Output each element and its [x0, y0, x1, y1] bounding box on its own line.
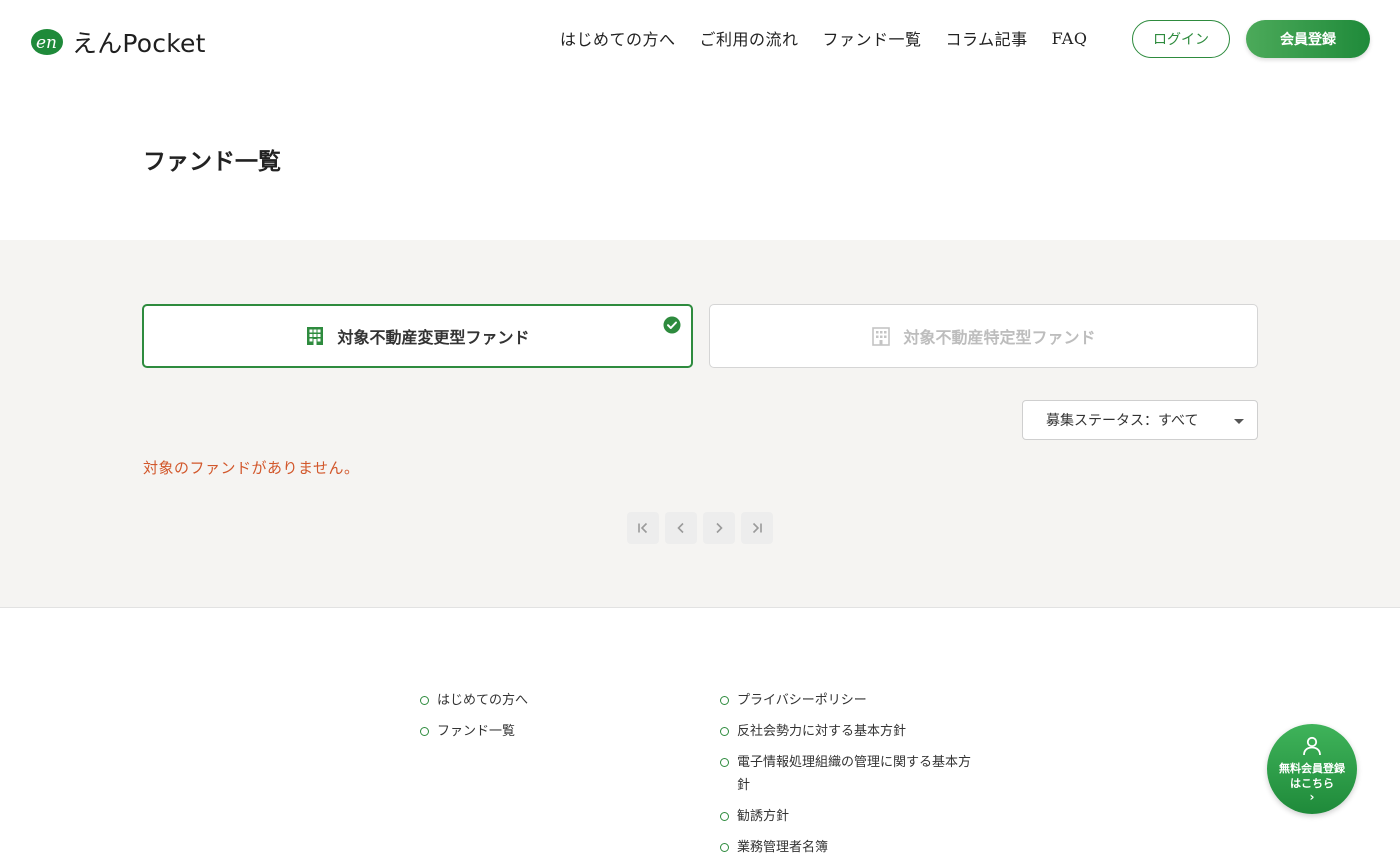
footer-link-solicitation-policy[interactable]: 勧誘方針: [720, 805, 980, 828]
circle-bullet-icon: [720, 758, 729, 767]
tab-label: 対象不動産特定型ファンド: [903, 328, 1096, 347]
building-icon: [307, 327, 324, 345]
site-logo[interactable]: en えんPocket: [30, 24, 206, 60]
status-select-value: 募集ステータス：すべて: [1046, 413, 1199, 429]
circle-bullet-icon: [720, 843, 729, 852]
footer-link-label: 勧誘方針: [737, 809, 790, 824]
recruit-status-select[interactable]: 募集ステータス：すべて: [1022, 400, 1258, 440]
nav-item-flow[interactable]: ご利用の流れ: [700, 26, 799, 50]
nav-item-faq[interactable]: FAQ: [1052, 29, 1088, 48]
next-page-button[interactable]: [703, 512, 735, 544]
fund-list-section: 対象不動産変更型ファンド 対象不動産特定型ファンド 募集ステータス：すべて 対象…: [0, 240, 1400, 608]
logo-mark-icon: en: [31, 29, 63, 55]
caret-down-icon: [1234, 419, 1244, 424]
footer-link-beginners[interactable]: はじめての方へ: [420, 689, 660, 712]
circle-bullet-icon: [420, 696, 429, 705]
empty-results-message: 対象のファンドがありません。: [143, 459, 360, 477]
footer-link-label: はじめての方へ: [437, 693, 529, 708]
nav-item-funds[interactable]: ファンド一覧: [823, 26, 922, 50]
pagination: [627, 512, 773, 544]
site-header: en えんPocket はじめての方へ ご利用の流れ ファンド一覧 コラム記事 …: [0, 0, 1400, 78]
footer-link-label: 業務管理者名簿: [737, 840, 829, 855]
tab-specific-property-fund[interactable]: 対象不動産特定型ファンド: [709, 304, 1258, 368]
footer-links-column-1: はじめての方へ ファンド一覧: [420, 689, 660, 751]
first-page-button[interactable]: [627, 512, 659, 544]
prev-page-button[interactable]: [665, 512, 697, 544]
footer-link-funds[interactable]: ファンド一覧: [420, 720, 660, 743]
tab-variable-property-fund[interactable]: 対象不動産変更型ファンド: [142, 304, 693, 368]
free-registration-cta-button[interactable]: 無料会員登録 はこちら ›: [1267, 724, 1357, 814]
circle-bullet-icon: [720, 727, 729, 736]
check-circle-icon: [663, 316, 681, 334]
footer-link-antisocial-policy[interactable]: 反社会勢力に対する基本方針: [720, 720, 980, 743]
site-footer: はじめての方へ ファンド一覧 プライバシーポリシー 反社会勢力に対する基本方針 …: [0, 609, 1400, 860]
footer-link-privacy-policy[interactable]: プライバシーポリシー: [720, 689, 980, 712]
footer-link-info-management-policy[interactable]: 電子情報処理組織の管理に関する基本方針: [720, 751, 980, 797]
chevron-left-icon: [677, 522, 684, 534]
main-nav: はじめての方へ ご利用の流れ ファンド一覧 コラム記事 FAQ: [560, 26, 1087, 50]
footer-link-label: 電子情報処理組織の管理に関する基本方針: [737, 755, 972, 793]
footer-link-label: 反社会勢力に対する基本方針: [737, 724, 907, 739]
last-page-icon: [752, 522, 762, 534]
building-outline-icon: [872, 327, 891, 346]
circle-bullet-icon: [720, 812, 729, 821]
circle-bullet-icon: [720, 696, 729, 705]
nav-item-beginners[interactable]: はじめての方へ: [560, 26, 676, 50]
first-page-icon: [638, 522, 648, 534]
footer-links-column-2: プライバシーポリシー 反社会勢力に対する基本方針 電子情報処理組織の管理に関する…: [720, 689, 980, 860]
logo-text: えんPocket: [72, 29, 206, 58]
user-icon: [1303, 736, 1321, 756]
login-button[interactable]: ログイン: [1132, 20, 1230, 58]
footer-link-manager-list[interactable]: 業務管理者名簿: [720, 836, 980, 859]
register-button[interactable]: 会員登録: [1246, 20, 1370, 58]
footer-link-label: ファンド一覧: [437, 724, 516, 739]
footer-link-label: プライバシーポリシー: [737, 693, 867, 708]
nav-item-columns[interactable]: コラム記事: [946, 26, 1028, 50]
chevron-right-icon: [716, 522, 723, 534]
svg-text:en: en: [36, 33, 57, 53]
last-page-button[interactable]: [741, 512, 773, 544]
page-title: ファンド一覧: [143, 148, 281, 175]
tab-label: 対象不動産変更型ファンド: [337, 328, 530, 347]
cta-line-1: 無料会員登録: [1279, 762, 1345, 775]
circle-bullet-icon: [420, 727, 429, 736]
cta-line-2: はこちら: [1290, 777, 1334, 790]
chevron-right-icon: ›: [1309, 790, 1315, 804]
